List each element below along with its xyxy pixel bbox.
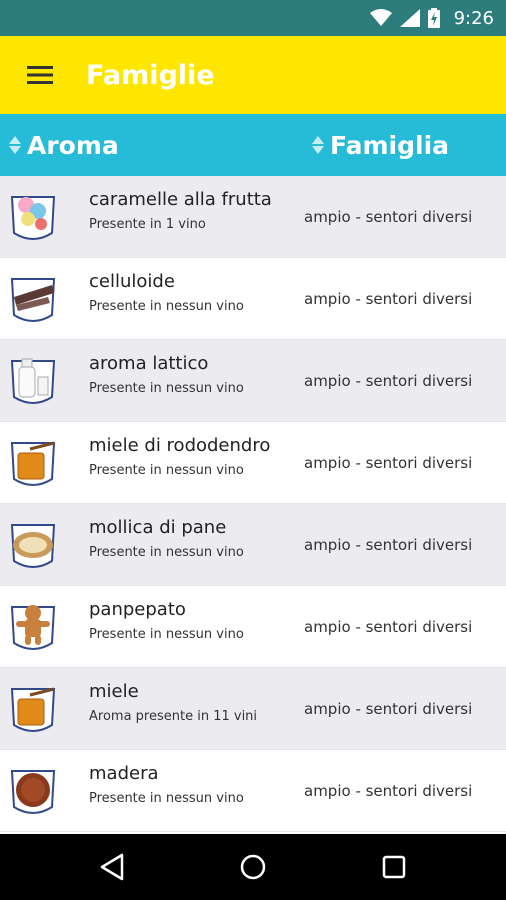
fruit-candies-icon [10,196,56,240]
list-item[interactable]: madera Presente in nessun vino ampio - s… [0,750,506,832]
list-item[interactable]: miele Aroma presente in 11 vini ampio - … [0,668,506,750]
aroma-family: ampio - sentori diversi [304,372,473,390]
battery-charging-icon [427,8,440,28]
aroma-family: ampio - sentori diversi [304,618,473,636]
list-item[interactable]: aroma lattico Presente in nessun vino am… [0,340,506,422]
back-icon[interactable] [98,852,128,882]
list-item[interactable]: mollica di pane Presente in nessun vino … [0,504,506,586]
list-item[interactable]: celluloide Presente in nessun vino ampio… [0,258,506,340]
aroma-list: caramelle alla frutta Presente in 1 vino… [0,176,506,834]
hamburger-menu-icon [27,66,53,84]
aroma-name: madera [89,763,159,784]
sort-icon [9,136,21,154]
aroma-family: ampio - sentori diversi [304,700,473,718]
aroma-family: ampio - sentori diversi [304,782,473,800]
aroma-family: ampio - sentori diversi [304,290,473,308]
aroma-column-label: Aroma [27,130,119,160]
celluloid-film-icon [10,278,56,322]
gingerbread-icon [10,605,56,650]
status-time: 9:26 [453,7,494,29]
recents-icon[interactable] [379,852,409,882]
aroma-subtitle: Aroma presente in 11 vini [89,709,258,724]
aroma-family: ampio - sentori diversi [304,208,473,226]
aroma-subtitle: Presente in nessun vino [89,545,244,560]
column-header: Aroma Famiglia [0,114,506,176]
aroma-subtitle: Presente in nessun vino [89,791,244,806]
aroma-subtitle: Presente in 1 vino [89,217,206,232]
list-item[interactable]: miele di rododendro Presente in nessun v… [0,422,506,504]
madeira-wine-icon [10,770,56,814]
list-item[interactable]: panpepato Presente in nessun vino ampio … [0,586,506,668]
wifi-icon [369,9,392,26]
aroma-name: mollica di pane [89,517,227,538]
aroma-name: caramelle alla frutta [89,189,272,210]
home-icon[interactable] [238,852,268,882]
sort-icon [312,136,324,154]
famiglia-column-label: Famiglia [330,130,450,160]
navigation-bar [0,834,506,900]
aroma-name: aroma lattico [89,353,209,374]
aroma-subtitle: Presente in nessun vino [89,381,244,396]
aroma-subtitle: Presente in nessun vino [89,463,244,478]
menu-button[interactable] [20,55,60,95]
signal-icon [399,9,420,27]
aroma-family: ampio - sentori diversi [304,536,473,554]
status-bar: 9:26 [0,0,506,36]
aroma-subtitle: Presente in nessun vino [89,627,244,642]
sort-famiglia-header[interactable]: Famiglia [312,114,449,176]
aroma-name: panpepato [89,599,186,620]
list-item[interactable]: caramelle alla frutta Presente in 1 vino… [0,176,506,258]
aroma-subtitle: Presente in nessun vino [89,299,244,314]
aroma-family: ampio - sentori diversi [304,454,473,472]
app-bar: Famiglie [0,36,506,114]
milk-bottle-icon [10,358,56,404]
aroma-name: celluloide [89,271,175,292]
sort-aroma-header[interactable]: Aroma [9,114,119,176]
bread-icon [10,524,56,568]
page-title: Famiglie [86,59,215,91]
aroma-name: miele di rododendro [89,435,271,456]
honey-jar-icon [10,441,56,486]
aroma-name: miele [89,681,139,702]
honey-jar-icon [10,687,56,732]
